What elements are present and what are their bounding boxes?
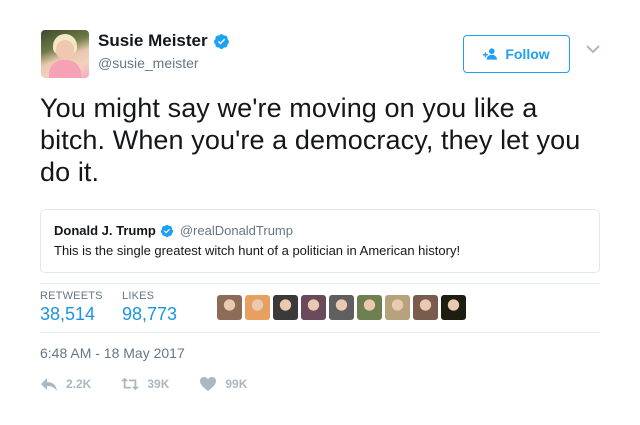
likes-stat[interactable]: LIKES 98,773 bbox=[122, 290, 177, 325]
retweet-button[interactable]: 39K bbox=[121, 376, 169, 392]
retweet-count: 39K bbox=[147, 377, 170, 391]
quoted-author-name: Donald J. Trump bbox=[54, 223, 156, 238]
author-avatar[interactable] bbox=[41, 30, 89, 78]
liker-avatars bbox=[217, 295, 466, 320]
retweets-value: 38,514 bbox=[40, 304, 96, 324]
liker-avatar[interactable] bbox=[413, 295, 438, 320]
divider bbox=[40, 332, 600, 333]
liker-avatar[interactable] bbox=[329, 295, 354, 320]
retweet-icon bbox=[121, 377, 140, 391]
retweets-stat[interactable]: RETWEETS 38,514 bbox=[40, 290, 103, 325]
liker-avatar[interactable] bbox=[245, 295, 270, 320]
liker-avatar[interactable] bbox=[273, 295, 298, 320]
liker-avatar[interactable] bbox=[357, 295, 382, 320]
follow-button[interactable]: Follow bbox=[463, 35, 570, 73]
author-name-row[interactable]: Susie Meister bbox=[98, 31, 230, 51]
author-handle[interactable]: @susie_meister bbox=[98, 55, 199, 71]
chevron-down-icon[interactable] bbox=[586, 44, 600, 54]
quoted-tweet-header: Donald J. Trump @realDonaldTrump bbox=[54, 223, 293, 238]
tweet-timestamp[interactable]: 6:48 AM - 18 May 2017 bbox=[40, 345, 185, 361]
like-count: 99K bbox=[225, 377, 248, 391]
quoted-tweet[interactable]: Donald J. Trump @realDonaldTrump This is… bbox=[40, 209, 600, 273]
author-display-name[interactable]: Susie Meister bbox=[98, 31, 208, 51]
like-button[interactable]: 99K bbox=[199, 376, 247, 392]
follow-button-label: Follow bbox=[505, 46, 550, 62]
tweet-text: You might say we're moving on you like a… bbox=[40, 93, 581, 187]
reply-count: 2.2K bbox=[66, 377, 92, 391]
reply-button[interactable]: 2.2K bbox=[40, 376, 91, 392]
liker-avatar[interactable] bbox=[217, 295, 242, 320]
divider bbox=[40, 283, 600, 284]
quoted-author-handle: @realDonaldTrump bbox=[179, 223, 293, 238]
verified-badge-icon bbox=[160, 224, 173, 237]
heart-icon bbox=[200, 377, 217, 391]
avatar-body bbox=[49, 60, 81, 78]
avatar-face bbox=[56, 40, 74, 60]
retweets-label: RETWEETS bbox=[40, 290, 103, 302]
tweet-actions: 2.2K 39K 99K bbox=[40, 376, 277, 392]
likes-label: LIKES bbox=[122, 290, 155, 302]
liker-avatar[interactable] bbox=[441, 295, 466, 320]
quoted-tweet-text: This is the single greatest witch hunt o… bbox=[54, 243, 461, 258]
reply-icon bbox=[41, 378, 57, 391]
tweet-card: Susie Meister @susie_meister Follow You … bbox=[0, 0, 640, 425]
liker-avatar[interactable] bbox=[301, 295, 326, 320]
add-user-icon bbox=[483, 48, 498, 60]
verified-badge-icon bbox=[213, 33, 229, 49]
liker-avatar[interactable] bbox=[385, 295, 410, 320]
likes-value: 98,773 bbox=[122, 304, 178, 324]
